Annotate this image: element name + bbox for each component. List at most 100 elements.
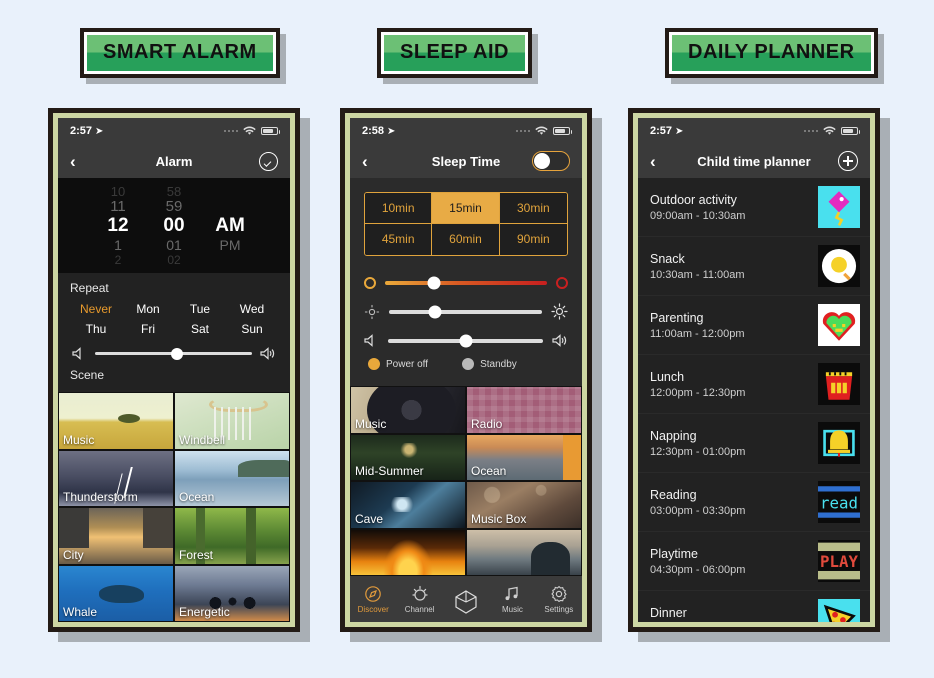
sleep-toggle[interactable] [532, 151, 570, 171]
planner-row-parenting[interactable]: Parenting 11:00am - 12:00pm [638, 296, 870, 355]
planner-row-outdoor-activity[interactable]: Outdoor activity 09:00am - 10:30am [638, 178, 870, 237]
confirm-button[interactable] [259, 151, 278, 171]
sound-tile-label: Radio [471, 416, 503, 431]
sound-tile-mid-summer[interactable]: Mid-Summer [350, 433, 466, 481]
scene-tile-windbell[interactable]: Windbell [174, 392, 290, 450]
status-bar: 2:57 ➤ [638, 118, 870, 144]
phone-frame: 2:58 ➤ ‹ Sleep Time 10min 15min 30min 45… [340, 108, 592, 632]
wifi-icon [823, 126, 836, 135]
tab-label: Discover [357, 604, 389, 614]
heart-icon [818, 304, 860, 346]
volume-slider[interactable] [70, 339, 278, 366]
repeat-day-thu[interactable]: Thu [70, 319, 122, 339]
repeat-day-mon[interactable]: Mon [122, 299, 174, 319]
label-border: SLEEP AID [377, 28, 532, 78]
signal-dots-icon [803, 129, 818, 133]
planner-row-lunch[interactable]: Lunch 12:00pm - 12:30pm [638, 355, 870, 414]
picker-row-faint-top: 10 58 [58, 184, 290, 198]
repeat-day-wed[interactable]: Wed [226, 299, 278, 319]
picker-period [202, 184, 258, 198]
scene-tile-energetic[interactable]: Energetic [174, 564, 290, 622]
repeat-panel: Repeat Never Mon Tue Wed Thu Fri Sat Sun [58, 273, 290, 392]
scene-tile-whale[interactable]: Whale [58, 564, 174, 622]
chevron-left-icon[interactable]: ‹ [70, 153, 76, 170]
power-mode-power-off[interactable]: Power off [368, 358, 428, 370]
chevron-left-icon[interactable]: ‹ [650, 153, 656, 170]
volume-knob[interactable] [459, 334, 472, 347]
color-temperature-slider[interactable] [364, 270, 568, 296]
tab-label: Settings [544, 604, 574, 614]
timer-option-60min[interactable]: 60min [432, 224, 500, 255]
scene-tile-music[interactable]: Music [58, 392, 174, 450]
color-temperature-knob[interactable] [427, 276, 441, 290]
repeat-day-never[interactable]: Never [70, 299, 122, 319]
scene-tile-forest[interactable]: Forest [174, 507, 290, 565]
chevron-left-icon[interactable]: ‹ [362, 153, 368, 170]
repeat-day-tue[interactable]: Tue [174, 299, 226, 319]
battery-icon [841, 126, 860, 136]
radio-icon [462, 358, 475, 370]
timer-option-30min[interactable]: 30min [499, 193, 567, 224]
tab-channel[interactable]: Channel [396, 585, 442, 614]
volume-track[interactable] [388, 334, 543, 347]
sound-tile-fire[interactable] [350, 528, 466, 576]
sound-tile-sea[interactable] [466, 528, 582, 576]
timer-option-10min[interactable]: 10min [365, 193, 433, 224]
tab-bar: Discover Channel Music Settings [350, 576, 582, 622]
sound-art [467, 529, 581, 575]
volume-knob[interactable] [170, 347, 183, 360]
picker-period [202, 198, 258, 215]
time-picker[interactable]: 10 58 11 59 12 00 AM 1 01 PM 2 02 [58, 178, 290, 273]
tab-music[interactable]: Music [489, 585, 535, 614]
add-task-button[interactable] [838, 151, 858, 171]
tab-discover[interactable]: Discover [350, 585, 396, 614]
card-label-text: SLEEP AID [400, 41, 509, 63]
color-temperature-track[interactable] [385, 276, 547, 290]
tab-home[interactable] [443, 589, 489, 614]
scene-tile-thunderstorm[interactable]: Thunderstorm [58, 449, 174, 507]
timer-option-45min[interactable]: 45min [365, 224, 433, 255]
status-time: 2:57 [70, 125, 93, 137]
scene-grid: Music Windbell Thunderstorm Ocean City F… [58, 392, 290, 622]
brightness-track[interactable] [389, 305, 542, 318]
battery-icon [553, 126, 572, 136]
planner-row-reading[interactable]: Reading 03:00pm - 03:30pm read [638, 473, 870, 532]
scene-tile-label: Windbell [179, 432, 226, 447]
scene-tile-city[interactable]: City [58, 507, 174, 565]
picker-hour: 10 [110, 184, 126, 198]
planner-row-text: Napping 12:30pm - 01:00pm [650, 429, 818, 458]
planner-time: 03:00pm - 03:30pm [650, 504, 746, 517]
timer-option-15min[interactable]: 15min [432, 193, 500, 224]
timer-option-90min[interactable]: 90min [499, 224, 567, 255]
power-mode-standby[interactable]: Standby [462, 358, 517, 370]
picker-period-selected: AM [215, 215, 245, 236]
brightness-knob[interactable] [428, 305, 442, 318]
repeat-day-fri[interactable]: Fri [122, 319, 174, 339]
repeat-day-sat[interactable]: Sat [174, 319, 226, 339]
status-bar: 2:57 ➤ [58, 118, 290, 144]
sound-tile-ocean[interactable]: Ocean [466, 433, 582, 481]
picker-period: PM [219, 237, 241, 253]
label-fill: SMART ALARM [87, 35, 273, 71]
slider-panel: Power off Standby [350, 266, 582, 386]
scene-tile-label: Energetic [179, 605, 230, 619]
volume-low-icon [364, 334, 373, 347]
sound-tile-music[interactable]: Music [350, 386, 466, 434]
picker-minute-selected: 00 [163, 215, 185, 236]
sound-tile-cave[interactable]: Cave [350, 481, 466, 529]
plus-circle-icon [838, 151, 858, 171]
sound-tile-music-box[interactable]: Music Box [466, 481, 582, 529]
sound-tile-radio[interactable]: Radio [466, 386, 582, 434]
repeat-day-sun[interactable]: Sun [226, 319, 278, 339]
planner-row-dinner[interactable]: Dinner 06:30pm - 07:00pm [638, 591, 870, 622]
scene-tile-ocean[interactable]: Ocean [174, 449, 290, 507]
tab-settings[interactable]: Settings [536, 585, 582, 614]
volume-track[interactable] [95, 347, 252, 360]
volume-slider[interactable] [364, 327, 568, 354]
planner-row-playtime[interactable]: Playtime 04:30pm - 06:00pm PLAY [638, 532, 870, 591]
phone-screen: 2:58 ➤ ‹ Sleep Time 10min 15min 30min 45… [350, 118, 582, 622]
timer-options: 10min 15min 30min 45min 60min 90min [350, 178, 582, 266]
brightness-slider[interactable] [364, 296, 568, 327]
planner-row-napping[interactable]: Napping 12:30pm - 01:00pm [638, 414, 870, 473]
planner-row-snack[interactable]: Snack 10:30am - 11:00am [638, 237, 870, 296]
